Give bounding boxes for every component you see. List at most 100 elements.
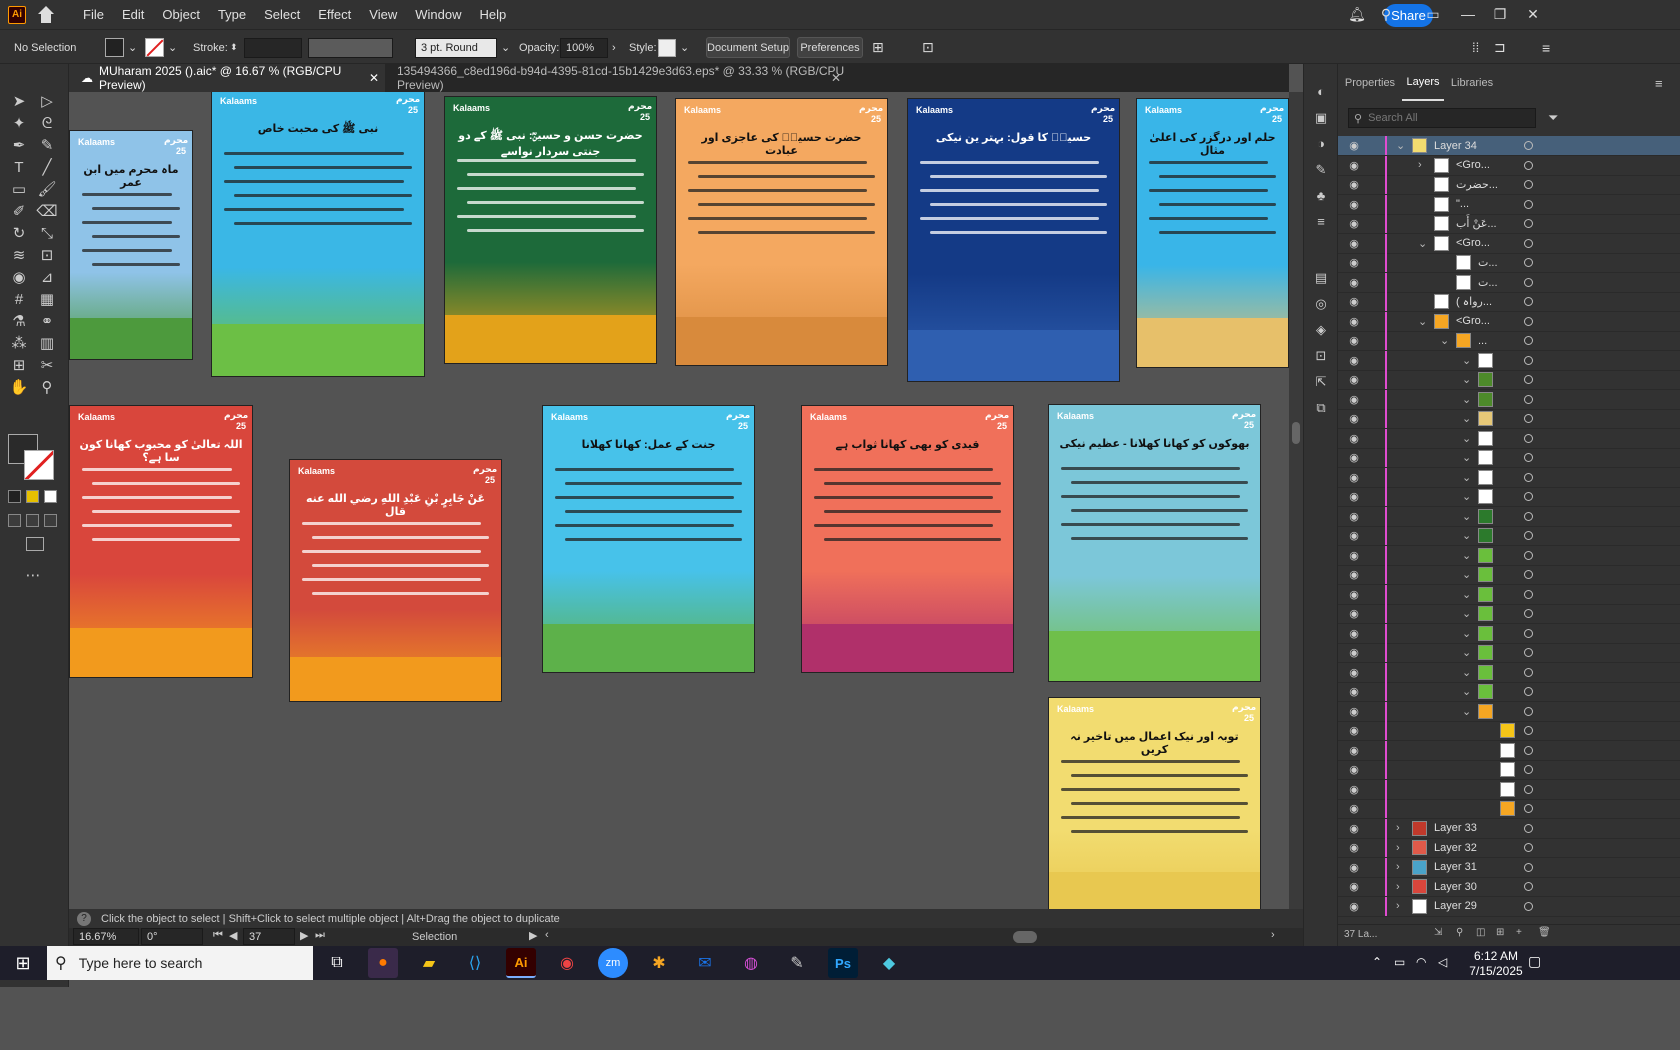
windows-start-icon[interactable]: ⊞ (8, 948, 38, 978)
layer-name[interactable]: <Gro... (1456, 315, 1490, 327)
layer-row[interactable]: ◉ (1338, 799, 1680, 819)
layer-row[interactable]: ◉ ⌄ (1338, 448, 1680, 468)
poster-artboard[interactable]: Kalaams محرم 25 قیدی کو بھی کھانا ثواب ہے (801, 405, 1014, 673)
layer-name[interactable]: Layer 32 (1434, 842, 1477, 854)
expand-chevron-icon[interactable]: › (1396, 842, 1400, 854)
paintbrush-icon[interactable]: 🖌︎ (36, 178, 58, 200)
target-circle-icon[interactable] (1524, 804, 1533, 813)
collapse-chevron-icon[interactable]: ⌄ (1462, 510, 1471, 523)
expand-chevron-icon[interactable]: › (1396, 822, 1400, 834)
target-circle-icon[interactable] (1524, 531, 1533, 540)
layer-row[interactable]: ◉ ⌄ (1338, 565, 1680, 585)
visibility-eye-icon[interactable]: ◉ (1347, 256, 1361, 270)
menu-effect[interactable]: Effect (309, 7, 360, 22)
gradient-tool-icon[interactable]: ▦ (36, 288, 58, 310)
visibility-eye-icon[interactable]: ◉ (1347, 704, 1361, 718)
layer-row[interactable]: ◉ ⌄ (1338, 584, 1680, 605)
layer-name[interactable]: ت... (1478, 256, 1498, 269)
collapse-chevron-icon[interactable]: ⌄ (1462, 685, 1471, 698)
target-circle-icon[interactable] (1524, 238, 1533, 248)
visibility-eye-icon[interactable]: ◉ (1347, 782, 1361, 796)
visibility-eye-icon[interactable]: ◉ (1347, 821, 1361, 835)
poster-artboard[interactable]: Kalaams محرم 25 حضرت حسینؓ کی عاجزی اور عب… (675, 98, 888, 366)
recolor-icon[interactable]: ⊡ (922, 30, 934, 65)
vscode-icon[interactable]: ⟨⟩ (460, 948, 490, 978)
chevron-down-icon[interactable]: ⌄ (168, 41, 177, 54)
target-circle-icon[interactable] (1524, 258, 1533, 267)
target-circle-icon[interactable] (1524, 726, 1533, 735)
visibility-eye-icon[interactable]: ◉ (1347, 158, 1361, 172)
layer-row[interactable]: ◉ ⌄ (1338, 409, 1680, 429)
layer-row[interactable]: ◉ حضرت... (1338, 175, 1680, 195)
collapse-chevron-icon[interactable]: ⌄ (1462, 490, 1471, 503)
collapse-chevron-icon[interactable]: ⌄ (1462, 549, 1471, 562)
layer-row[interactable]: ◉ "... (1338, 194, 1680, 215)
layer-row[interactable]: ◉ (1338, 721, 1680, 741)
gradient-swatch-icon[interactable]: ▤ (1312, 270, 1330, 288)
layer-row[interactable]: ◉ ⌄ (1338, 350, 1680, 371)
bell-icon[interactable]: 🔔︎ (1348, 6, 1366, 22)
export-icon[interactable]: ⇱ (1312, 374, 1330, 392)
layer-row[interactable]: ◉ ⌄ (1338, 506, 1680, 527)
chevron-right-icon[interactable]: › (612, 42, 616, 54)
layer-row[interactable]: ◉ ⌄ (1338, 389, 1680, 410)
collapse-chevron-icon[interactable]: ⌄ (1462, 627, 1471, 640)
layer-name[interactable]: عَنْ أَب... (1456, 217, 1497, 230)
collapse-chevron-icon[interactable]: ⌄ (1462, 705, 1471, 718)
target-circle-icon[interactable] (1524, 511, 1533, 521)
close-icon[interactable]: ✕ (831, 71, 841, 85)
arrange-documents-icon[interactable]: ▭ (1425, 6, 1441, 22)
visibility-eye-icon[interactable]: ◉ (1347, 490, 1361, 504)
filter-icon[interactable]: ⏷ (1548, 110, 1558, 126)
opacity-field[interactable]: 100% (560, 37, 608, 58)
visibility-eye-icon[interactable]: ◉ (1347, 451, 1361, 465)
h-scroll-right-icon[interactable]: › (1271, 929, 1275, 941)
poster-artboard[interactable]: Kalaams محرم 25 حسینؓ کا قول: بہتر ین نیکی (907, 98, 1120, 382)
visibility-eye-icon[interactable]: ◉ (1347, 431, 1361, 445)
target-circle-icon[interactable] (1524, 336, 1533, 345)
expand-chevron-icon[interactable]: › (1396, 861, 1400, 873)
draw-inside-icon[interactable] (44, 514, 57, 527)
target-circle-icon[interactable] (1524, 414, 1533, 423)
task-view-icon[interactable]: ⧉ (322, 948, 352, 978)
restore-icon[interactable]: ❐ (1492, 6, 1508, 22)
layer-row[interactable]: ◉ ⌄ (1338, 526, 1680, 546)
eyedropper-icon[interactable]: ⚗ (8, 310, 30, 332)
layer-name[interactable]: ... (1478, 335, 1487, 347)
outlook-icon[interactable]: ✉ (690, 948, 720, 978)
chevron-down-icon[interactable]: ⌄ (128, 41, 137, 54)
target-circle-icon[interactable] (1524, 648, 1533, 657)
visibility-eye-icon[interactable]: ◉ (1347, 724, 1361, 738)
stroke-color-box[interactable] (24, 450, 54, 480)
new-sublayer-icon[interactable]: ⊞ (1496, 927, 1504, 938)
poster-artboard[interactable]: Kalaams محرم 25 ماہ محرم میں ابن عمر (69, 130, 193, 360)
arrange-icon[interactable]: ⁞⁞ (1472, 30, 1479, 65)
layer-row[interactable]: ◉ ⌄... (1338, 331, 1680, 351)
layer-row[interactable]: ◉ ⌄ (1338, 370, 1680, 390)
visibility-eye-icon[interactable]: ◉ (1347, 509, 1361, 523)
layer-name[interactable]: Layer 31 (1434, 861, 1477, 873)
collapse-chevron-icon[interactable]: ⌄ (1396, 139, 1405, 152)
poster-artboard[interactable]: Kalaams محرم 25 توبہ اور نیک اعمال میں تاخ… (1048, 697, 1261, 909)
target-circle-icon[interactable] (1524, 141, 1533, 150)
h-scroll-thumb[interactable] (1013, 931, 1037, 943)
layer-row[interactable]: ◉ ⌄ (1338, 682, 1680, 702)
menu-help[interactable]: Help (470, 7, 515, 22)
stroke-swatch[interactable] (145, 38, 164, 57)
visibility-eye-icon[interactable]: ◉ (1347, 880, 1361, 894)
layer-name[interactable]: Layer 29 (1434, 900, 1477, 912)
locate-object-icon[interactable]: ⚲ (1456, 927, 1463, 938)
visibility-eye-icon[interactable]: ◉ (1347, 314, 1361, 328)
menu-file[interactable]: File (74, 7, 113, 22)
wifi-icon[interactable]: ◠ (1416, 955, 1426, 969)
artboard-tool-icon[interactable]: ⊞ (8, 354, 30, 376)
collapse-chevron-icon[interactable]: ⌄ (1462, 666, 1471, 679)
visibility-eye-icon[interactable]: ◉ (1347, 295, 1361, 309)
transparency-icon[interactable]: ◑ (1312, 136, 1330, 154)
h-scroll-left-icon[interactable]: ‹ (545, 929, 549, 941)
delete-layer-icon[interactable]: 🗑︎ (1538, 927, 1551, 938)
layer-row[interactable]: ◉ (1338, 760, 1680, 780)
visibility-eye-icon[interactable]: ◉ (1347, 587, 1361, 601)
target-circle-icon[interactable] (1524, 570, 1533, 579)
chevron-down-icon[interactable]: ⌄ (501, 41, 510, 54)
